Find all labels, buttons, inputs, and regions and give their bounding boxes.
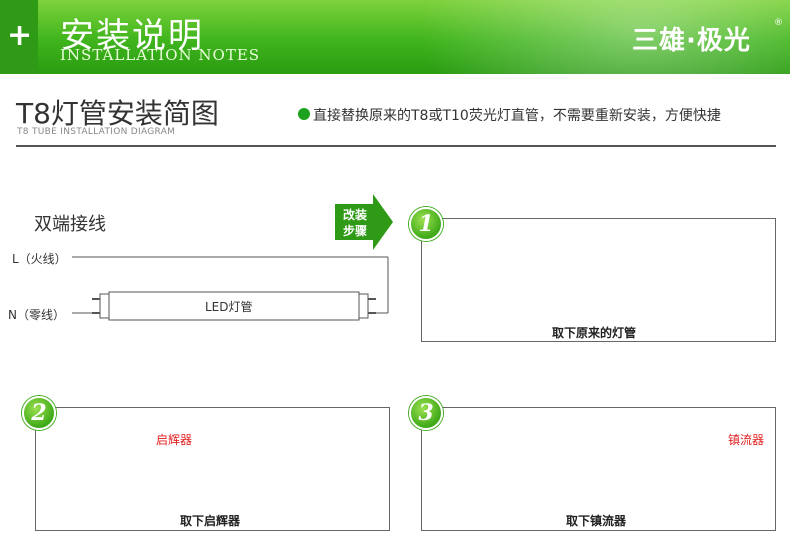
step-2-badge: 2 (22, 396, 56, 430)
step-arrow-label: 改装 步骤 (343, 207, 373, 239)
tube-end-cap-left (99, 293, 110, 319)
step-2-caption: 取下启辉器 (180, 514, 241, 528)
step-arrow-line2: 步骤 (343, 224, 368, 238)
step-3-caption: 取下镇流器 (566, 514, 627, 528)
step-1-badge: 1 (409, 207, 443, 241)
step-1-caption: 取下原来的灯管 (552, 326, 637, 340)
ballast-label: 镇流器 (728, 433, 765, 447)
step-arrow-line1: 改装 (343, 208, 368, 222)
starter-label: 启辉器 (156, 433, 193, 447)
step-3-badge: 3 (409, 396, 443, 430)
tube-end-cap-right (358, 293, 369, 319)
led-tube-label: LED灯管 (205, 300, 253, 314)
